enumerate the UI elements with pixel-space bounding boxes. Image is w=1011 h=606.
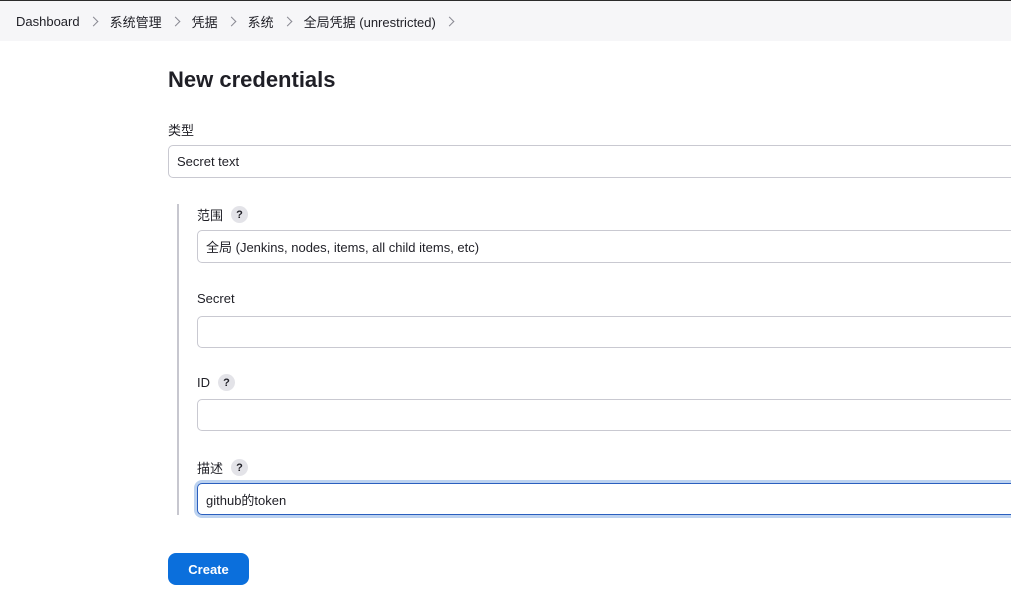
description-input[interactable]: github的token	[197, 483, 1011, 515]
description-input-value: github的token	[206, 492, 287, 508]
chevron-right-icon[interactable]	[226, 16, 237, 26]
scope-label-text: 范围	[197, 208, 224, 223]
id-label-text: ID	[197, 375, 210, 390]
secret-input[interactable]	[197, 316, 1011, 348]
kind-select[interactable]: Secret text	[168, 145, 1011, 178]
kind-label: 类型	[168, 120, 194, 139]
secret-label: Secret	[197, 291, 235, 306]
id-input[interactable]	[197, 399, 1011, 431]
id-label: ID ?	[197, 374, 235, 391]
create-button[interactable]: Create	[168, 553, 249, 585]
chevron-right-icon[interactable]	[444, 16, 455, 26]
breadcrumb-dashboard[interactable]: Dashboard	[16, 14, 80, 29]
description-label: 描述 ?	[197, 458, 249, 477]
chevron-right-icon[interactable]	[282, 16, 293, 26]
breadcrumb-credentials[interactable]: 凭据	[192, 12, 218, 31]
help-icon[interactable]: ?	[218, 374, 235, 391]
description-label-text: 描述	[197, 461, 224, 476]
nested-section-rule	[177, 204, 179, 515]
breadcrumb-global-domain[interactable]: 全局凭据 (unrestricted)	[304, 12, 436, 31]
breadcrumb-system[interactable]: 系统	[248, 12, 274, 31]
help-icon[interactable]: ?	[231, 459, 249, 476]
secret-label-text: Secret	[197, 291, 235, 306]
page-title: New credentials	[168, 67, 336, 92]
scope-label: 范围 ?	[197, 205, 249, 224]
scope-select-value: 全局 (Jenkins, nodes, items, all child ite…	[206, 240, 480, 255]
scope-select[interactable]: 全局 (Jenkins, nodes, items, all child ite…	[197, 230, 1011, 263]
breadcrumb-manage[interactable]: 系统管理	[110, 12, 162, 31]
kind-select-value: Secret text	[177, 154, 240, 169]
help-icon[interactable]: ?	[231, 206, 249, 223]
kind-label-text: 类型	[168, 123, 195, 138]
chevron-right-icon[interactable]	[170, 16, 181, 26]
chevron-right-icon[interactable]	[88, 16, 99, 26]
breadcrumb: Dashboard 系统管理 凭据 系统 全局凭据 (unrestricted)	[0, 1, 1011, 41]
